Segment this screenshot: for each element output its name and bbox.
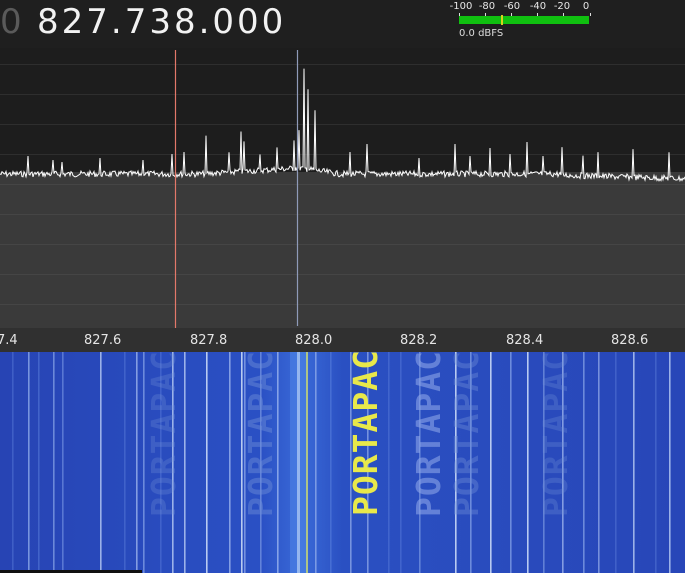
waterfall-ghost-text: PORTAPACK <box>447 352 486 517</box>
meter-value-text: 0.0 dBFS <box>459 28 504 39</box>
waterfall-signal-line <box>124 352 126 573</box>
waterfall-ghost-text: PORTAPACK <box>144 352 183 517</box>
waterfall-signal-line <box>206 352 208 573</box>
waterfall-ghost-text: PORTAPACK <box>241 352 280 517</box>
waterfall-portapack-text: PORTAPACK <box>346 352 385 516</box>
meter-scale-label: -100 <box>449 1 473 12</box>
waterfall-background <box>0 352 685 573</box>
waterfall-signal-line <box>136 352 138 573</box>
meter-scale-label: -60 <box>503 1 521 12</box>
waterfall-display[interactable]: PORTAPACK PORTAPACK PORTAPACK PORTAPACK … <box>0 352 685 573</box>
waterfall-signal-line <box>315 352 317 573</box>
waterfall-signal-line <box>490 352 492 573</box>
waterfall-signal-line <box>62 352 64 573</box>
freq-axis-label: 828.2 <box>400 333 437 348</box>
waterfall-signal-line <box>615 352 617 573</box>
waterfall-ghost-text: PORTAPACK <box>409 352 448 517</box>
waterfall-signal-line <box>53 352 55 573</box>
freq-axis-label: 827.6 <box>84 333 121 348</box>
waterfall-signal-line <box>184 352 186 573</box>
waterfall-signal-line <box>669 352 671 573</box>
level-meter: -100 -80 -60 -40 -20 0 0.0 dBFS <box>449 0 592 45</box>
frequency-display[interactable]: 827.738.000 <box>37 0 286 44</box>
waterfall-canvas: PORTAPACK PORTAPACK PORTAPACK PORTAPACK … <box>0 352 685 573</box>
waterfall-signal-line <box>633 352 635 573</box>
meter-peak-marker <box>500 15 503 25</box>
freq-axis-label: 7.4 <box>0 333 18 348</box>
waterfall-signal-line <box>28 352 30 573</box>
freq-axis-label: 828.6 <box>611 333 648 348</box>
waterfall-signal-line <box>655 352 657 573</box>
waterfall-center-line <box>297 352 300 573</box>
waterfall-signal-line <box>388 352 390 573</box>
spectrum-canvas: 7.4 827.6 827.8 828.0 828.2 828.4 828.6 <box>0 48 685 352</box>
meter-scale-label: -40 <box>529 1 547 12</box>
waterfall-center-line <box>306 352 308 573</box>
meter-scale-label: -20 <box>553 1 571 12</box>
waterfall-signal-line <box>583 352 585 573</box>
freq-axis-label: 828.0 <box>295 333 332 348</box>
waterfall-signal-line <box>12 352 14 573</box>
meter-bar-fill <box>459 16 589 24</box>
frequency-header: 0 827.738.000 -100 -80 -60 -40 -20 0 0.0… <box>0 0 685 48</box>
waterfall-signal-line <box>330 352 332 573</box>
waterfall-signal-line <box>510 352 512 573</box>
waterfall-signal-line <box>527 352 529 573</box>
waterfall-signal-line <box>598 352 600 573</box>
waterfall-signal-line <box>38 352 40 573</box>
spectrum-upper-area <box>0 48 685 172</box>
spectrum-plot[interactable]: 7.4 827.6 827.8 828.0 828.2 828.4 828.6 <box>0 48 685 352</box>
waterfall-signal-line <box>400 352 402 573</box>
waterfall-signal-line <box>229 352 231 573</box>
meter-scale-label: 0 <box>582 1 590 12</box>
waterfall-ghost-text: PORTAPACK <box>536 352 575 517</box>
frequency-prefix-digit[interactable]: 0 <box>0 0 23 44</box>
freq-axis-label: 827.8 <box>190 333 227 348</box>
meter-scale-label: -80 <box>478 1 496 12</box>
freq-axis-label: 828.4 <box>506 333 543 348</box>
waterfall-signal-line <box>100 352 102 573</box>
